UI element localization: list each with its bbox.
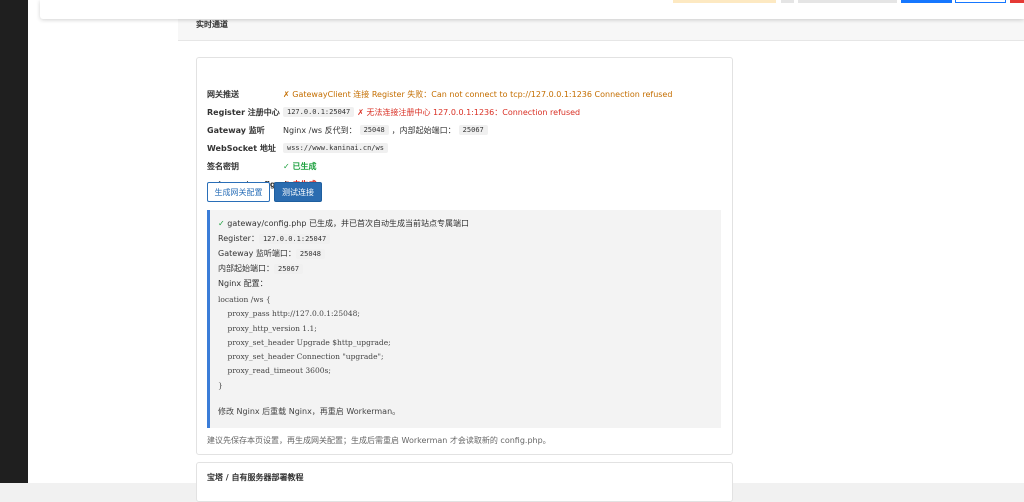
left-rail (0, 0, 28, 483)
main-content: 实时通道 网关推送 ✗ GatewayClient 连接 Register 失败… (178, 0, 1024, 502)
nginx-line: proxy_set_header Upgrade $http_upgrade; (218, 337, 391, 347)
nginx-line: proxy_http_version 1.1; (218, 323, 317, 333)
top-toolbar (40, 0, 1024, 19)
info-header: ✓ gateway/config.php 已生成，并已首次自动生成当前站点专属端… (218, 216, 713, 231)
gateway-listen-prefix: Nginx /ws 反代到： (283, 125, 357, 135)
info-gateway: Gateway 监听端口： 25048 (218, 246, 713, 261)
info-note: 修改 Nginx 后重载 Nginx，再重启 Workerman。 (218, 407, 401, 416)
info-gateway-value: 25048 (295, 248, 325, 259)
content-area: 网关推送 ✗ GatewayClient 连接 Register 失败：Can … (178, 41, 1024, 502)
info-internal-label: 内部起始端口： (218, 264, 274, 273)
status-label: Register 注册中心 (207, 107, 280, 117)
gateway-port: 25048 (359, 125, 389, 135)
info-gateway-label: Gateway 监听端口： (218, 249, 296, 258)
left-panel (28, 0, 178, 483)
generate-gateway-config-button[interactable]: 生成网关配置 (207, 182, 270, 202)
deploy-tutorial-title: 宝塔 / 自有服务器部署教程 (207, 473, 304, 482)
status-row-websocket: WebSocket 地址 wss://www.kaninai.cn/ws (207, 141, 388, 155)
status-label: 网关推送 (207, 89, 239, 99)
nginx-config-block: location /ws { proxy_pass http://127.0.0… (218, 295, 713, 395)
gateway-listen-middle: ，内部起始端口： (391, 125, 456, 135)
nginx-line: } (218, 380, 223, 390)
toolbar-button-primary[interactable] (901, 0, 952, 3)
deploy-tutorial-card: 宝塔 / 自有服务器部署教程 (196, 462, 733, 502)
info-register-value: 127.0.0.1:25047 (258, 233, 331, 244)
status-label: 签名密钥 (207, 161, 239, 171)
nginx-line: proxy_set_header Connection "upgrade"; (218, 352, 384, 362)
websocket-url: wss://www.kaninai.cn/ws (283, 143, 388, 153)
nginx-line: location /ws { (218, 295, 271, 304)
toolbar-button-outline[interactable] (955, 0, 1006, 3)
toolbar-button-warning[interactable] (673, 0, 776, 3)
toolbar-button-light[interactable] (781, 0, 794, 3)
nginx-line: proxy_pass http://127.0.0.1:25048; (218, 309, 360, 319)
status-row-gateway-push: 网关推送 ✗ GatewayClient 连接 Register 失败：Can … (207, 87, 672, 101)
info-internal-value: 25067 (274, 263, 304, 274)
footer-note: 建议先保存本页设置，再生成网关配置；生成后需重启 Workerman 才会读取新… (207, 436, 551, 445)
info-register-label: Register： (218, 234, 259, 243)
status-row-signing-key: 签名密钥 ✓ 已生成 (207, 159, 317, 173)
status-error: ✗ GatewayClient 连接 Register 失败：Can not c… (283, 89, 673, 99)
realtime-status-card: 网关推送 ✗ GatewayClient 连接 Register 失败：Can … (196, 57, 733, 455)
status-error: ✗ 无法连接注册中心 127.0.0.1:1236：Connection ref… (357, 107, 581, 117)
signing-key-status: ✓ 已生成 (283, 161, 317, 171)
nginx-line: proxy_read_timeout 3600s; (218, 366, 331, 376)
toolbar-button-gray[interactable] (798, 0, 897, 3)
info-internal: 内部起始端口： 25067 (218, 261, 713, 276)
status-label: Gateway 监听 (207, 125, 265, 135)
info-nginx-label: Nginx 配置： (218, 279, 268, 288)
toolbar-button-danger[interactable] (1010, 0, 1024, 3)
status-row-register: Register 注册中心 127.0.0.1:25047 ✗ 无法连接注册中心… (207, 105, 580, 119)
test-connection-button[interactable]: 测试连接 (274, 182, 322, 202)
status-row-gateway-listen: Gateway 监听 Nginx /ws 反代到： 25048 ，内部起始端口：… (207, 123, 488, 137)
status-label: WebSocket 地址 (207, 143, 276, 153)
section-header: 实时通道 (178, 19, 1024, 41)
section-title: 实时通道 (196, 20, 228, 29)
info-header-text: gateway/config.php 已生成，并已首次自动生成当前站点专属端口 (227, 219, 469, 228)
register-address: 127.0.0.1:25047 (283, 107, 355, 117)
config-info-box: ✓ gateway/config.php 已生成，并已首次自动生成当前站点专属端… (207, 210, 721, 428)
info-register: Register： 127.0.0.1:25047 (218, 231, 713, 246)
internal-port: 25067 (458, 125, 488, 135)
check-icon: ✓ (218, 219, 225, 228)
